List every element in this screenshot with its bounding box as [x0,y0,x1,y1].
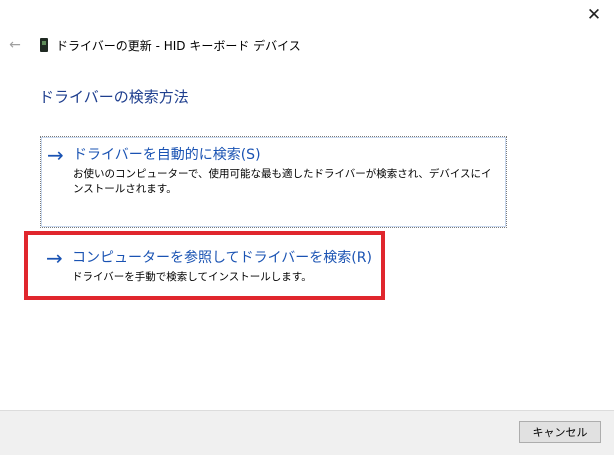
cancel-button[interactable]: キャンセル [519,421,601,443]
window-title: ドライバーの更新 - HID キーボード デバイス [56,39,301,53]
back-button[interactable]: ← [4,34,26,56]
arrow-right-icon: → [47,143,64,167]
back-arrow-icon: ← [9,37,21,53]
option-description: お使いのコンピューターで、使用可能な最も適したドライバーが検索され、デバイスにイ… [73,168,492,195]
highlight-annotation [24,231,385,300]
close-icon: ✕ [586,5,602,25]
close-button[interactable]: ✕ [574,0,614,30]
option-title: ドライバーを自動的に検索(S) [73,147,261,163]
device-icon [40,38,48,52]
option-auto-search[interactable]: → ドライバーを自動的に検索(S) お使いのコンピューターで、使用可能な最も適し… [40,136,507,228]
page-heading: ドライバーの検索方法 [39,88,189,106]
